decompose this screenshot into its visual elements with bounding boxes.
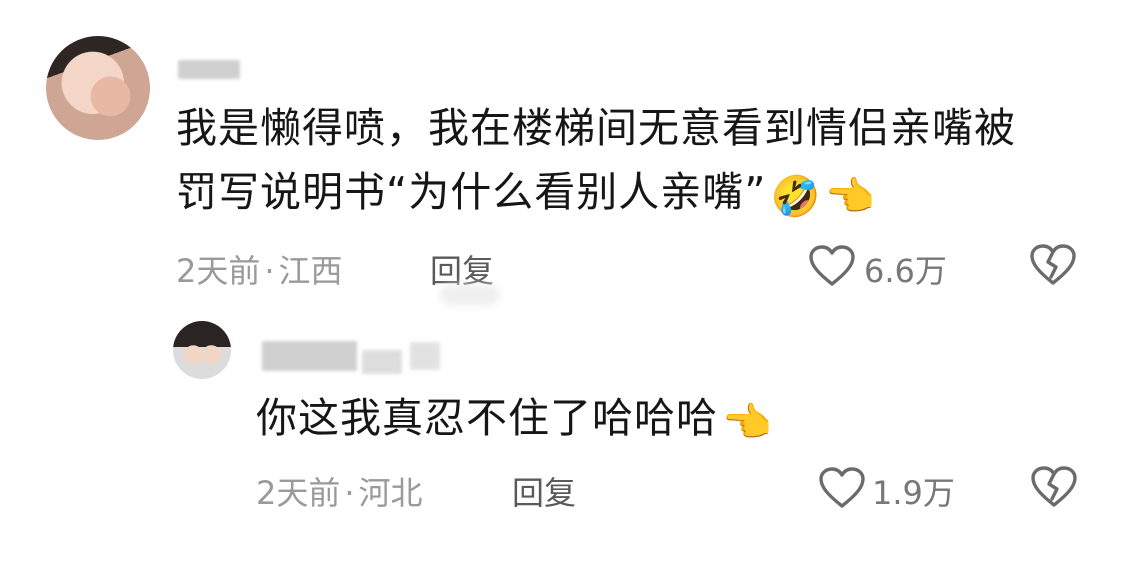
pointing-left-emoji-icon: 👈 [722, 400, 773, 446]
broken-heart-icon [1030, 244, 1076, 285]
comment-meta: 2天前 · 江西 [176, 246, 343, 292]
username-blurred[interactable] [262, 341, 357, 371]
like-button[interactable] [818, 466, 866, 510]
comment-location: 河北 [358, 474, 423, 512]
comment-text-line-2-text: 罚写说明书“为什么看别人亲嘴” [176, 168, 767, 216]
username-blurred-part [362, 350, 402, 374]
comment-text: 你这我真忍不住了哈哈哈 👈 [256, 386, 773, 455]
comment-time: 2天前 [176, 252, 261, 290]
avatar[interactable] [173, 321, 231, 379]
dislike-button[interactable] [1030, 465, 1078, 509]
comment-text-line-1: 我是懒得喷，我在楼梯间无意看到情侣亲嘴被 [176, 104, 1016, 152]
comment-text-line-2: 罚写说明书“为什么看别人亲嘴” 🤣 👈 [176, 160, 1016, 229]
avatar[interactable] [46, 36, 150, 140]
comment-text: 我是懒得喷，我在楼梯间无意看到情侣亲嘴被 罚写说明书“为什么看别人亲嘴” 🤣 👈 [176, 96, 1016, 229]
like-count: 1.9万 [872, 474, 955, 512]
dislike-button[interactable] [1029, 243, 1077, 287]
like-button[interactable] [808, 244, 856, 288]
broken-heart-icon [1031, 466, 1077, 507]
heart-outline-icon [819, 467, 865, 508]
username-blurred[interactable] [178, 60, 240, 79]
blur-smudge [440, 285, 500, 305]
heart-outline-icon [809, 245, 855, 286]
username-blurred-part [410, 342, 440, 370]
rofl-emoji-icon: 🤣 [770, 174, 822, 220]
meta-separator: · [344, 474, 355, 512]
like-count: 6.6万 [864, 252, 947, 290]
comment-time: 2天前 [256, 474, 341, 512]
comment-meta: 2天前 · 河北 [256, 468, 423, 514]
reply-button[interactable]: 回复 [512, 468, 576, 514]
comment-location: 江西 [278, 252, 343, 290]
pointing-left-emoji-icon: 👈 [825, 174, 877, 220]
comment-text-body: 你这我真忍不住了哈哈哈 [256, 394, 718, 442]
meta-separator: · [264, 252, 275, 290]
